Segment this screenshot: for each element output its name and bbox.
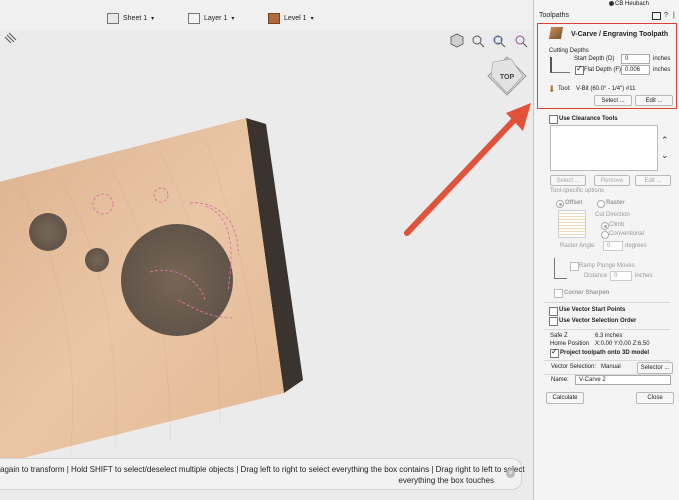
top-toolbar: Sheet 1 ▾ Layer 1 ▾ Level 1 ▾ [0,0,533,30]
toolpath-name-input[interactable]: V-Carve 2 [575,375,671,385]
climb-radio[interactable] [601,222,609,230]
tool-options-heading: Tool-specific options [550,188,605,194]
offset-pattern-icon [558,210,586,238]
clearance-label: Use Clearance Tools [559,116,618,122]
vector-selection-label: Vector Selection: [551,364,597,370]
home-position-value: X:0.00 Y:0.00 Z:6.50 [595,341,650,347]
ramp-diagram-icon [554,258,567,279]
sheet-icon [107,12,119,24]
layer-label: Layer 1 [204,14,228,22]
status-hint: again to transform | Hold SHIFT to selec… [0,458,525,490]
tiny-pocket[interactable] [85,248,109,272]
level-icon [268,12,280,24]
cut-direction-label: Cut Direction [595,212,630,218]
view-mode-icon[interactable] [4,32,17,44]
move-up-icon[interactable]: ⌃ [661,135,669,146]
highlight-box [537,23,677,109]
dismiss-icon[interactable]: × [506,469,515,478]
distance-label: Distance [584,273,608,279]
vector-order-label: Use Vector Selection Order [559,318,637,324]
divider [544,360,670,361]
clearance-remove-button[interactable]: Remove [594,175,630,186]
level-selector[interactable]: Level 1 ▾ [268,12,314,24]
user-name: CB Heubach [615,1,650,7]
move-down-icon[interactable]: ⌄ [661,150,669,161]
panel-pin-icon[interactable] [652,12,661,20]
sheet-label: Sheet 1 [123,14,148,22]
raster-angle-label: Raster Angle [560,243,595,249]
offset-radio[interactable] [556,200,564,208]
distance-input[interactable]: 0 [610,271,632,281]
status-line-1: again to transform | Hold SHIFT to selec… [0,465,525,474]
chevron-down-icon: ▾ [231,15,235,22]
selector-button[interactable]: Selector ... [637,362,673,374]
zoom-icon[interactable] [472,35,485,48]
panel-header: Toolpaths CB Heubach ? | [534,0,679,20]
calculate-button[interactable]: Calculate [546,392,584,404]
raster-angle-unit: degrees [625,243,647,249]
corner-sharpen-label: Corner Sharpen [564,290,610,296]
conventional-radio[interactable] [601,231,609,239]
conventional-label: Conventional [609,231,645,237]
clearance-edit-button[interactable]: Edit ... [635,175,671,186]
project-checkbox[interactable] [550,347,559,358]
raster-angle-input[interactable]: 0 [603,241,623,251]
sheet-selector[interactable]: Sheet 1 ▾ [107,12,154,24]
vector-start-label: Use Vector Start Points [559,307,626,313]
zoom-selected-icon[interactable] [515,35,528,48]
zoom-extents-icon[interactable] [493,35,506,48]
small-pocket[interactable] [29,213,67,251]
divider [544,302,670,303]
vector-order-checkbox[interactable] [549,317,558,326]
divider [544,329,670,330]
3d-viewport[interactable] [0,30,533,500]
chevron-down-icon: ▾ [151,15,155,22]
clearance-checkbox[interactable] [549,115,558,124]
panel-close-icon[interactable]: | [673,12,675,19]
ramp-label: Ramp Plunge Moves [579,263,635,269]
clearance-tool-list[interactable] [550,125,658,171]
distance-unit: inches [635,273,653,279]
close-button[interactable]: Close [636,392,674,404]
view-cube[interactable]: TOP [487,56,527,96]
level-label: Level 1 [284,14,307,22]
ramp-checkbox[interactable] [570,262,579,271]
cube-icon[interactable] [450,33,464,48]
view-cube-label: TOP [500,74,515,81]
large-pocket[interactable] [121,224,233,336]
safe-z-value: 6.3 inches [595,333,623,339]
help-icon[interactable]: ? [664,12,668,19]
model-canvas[interactable] [0,30,533,500]
vector-selection-value: Manual [601,364,621,370]
vector-start-checkbox[interactable] [549,307,558,316]
annotation-arrow [404,103,531,236]
name-label: Name: [551,377,569,383]
chevron-down-icon: ▾ [310,15,314,22]
layer-selector[interactable]: Layer 1 ▾ [188,12,234,24]
project-label: Project toolpath onto 3D model [560,350,650,356]
corner-sharpen-checkbox[interactable] [554,289,563,298]
user-icon [609,1,614,6]
status-line-2: everything the box touches [398,476,494,485]
offset-label: Offset [565,200,583,206]
clearance-select-button[interactable]: Select ... [550,175,586,186]
layer-icon [188,12,200,24]
raster-radio[interactable] [597,200,605,208]
view-icons[interactable] [450,33,528,48]
climb-label: Climb [609,222,625,228]
safe-z-label: Safe Z [550,333,568,339]
raster-label: Raster [606,200,625,206]
panel-title: Toolpaths [539,12,569,19]
